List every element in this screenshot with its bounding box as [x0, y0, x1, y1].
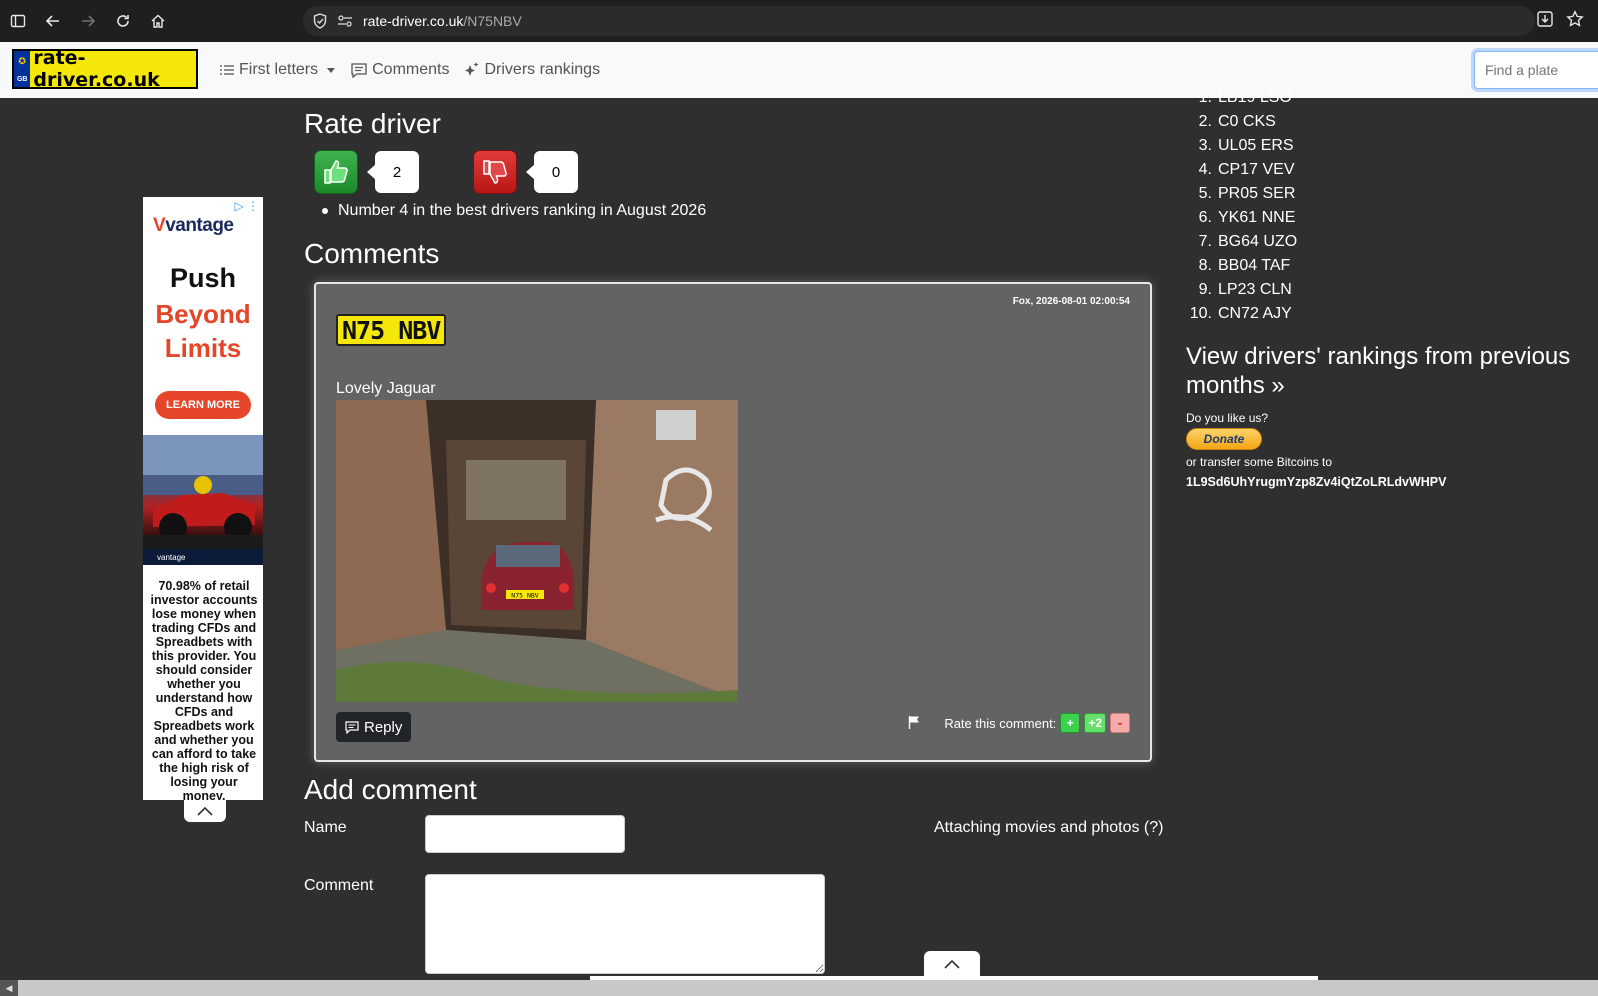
reply-label: Reply: [364, 718, 403, 736]
logo-text: rate-driver.co.uk: [33, 47, 160, 91]
install-app-icon[interactable]: [1536, 10, 1554, 33]
ranking-item[interactable]: 10. CN72 AJY: [1186, 302, 1486, 326]
forward-icon[interactable]: [70, 0, 105, 42]
back-icon[interactable]: [35, 0, 70, 42]
sidebar-toggle-icon[interactable]: [0, 0, 35, 42]
ranking-note-text: Number 4 in the best drivers ranking in …: [338, 202, 707, 219]
comments-heading: Comments: [304, 238, 440, 269]
ranking-item[interactable]: 6. YK61 NNE: [1186, 206, 1486, 230]
add-comment-heading: Add comment: [304, 774, 477, 805]
comment-field[interactable]: [425, 874, 825, 974]
thumbs-up-button[interactable]: [314, 150, 358, 194]
rate-comment-row: Rate this comment: + +2 -: [908, 712, 1130, 734]
comment-photo[interactable]: N75 NBV: [336, 400, 738, 702]
ad-disclaimer: 70.98% of retail investor accounts lose …: [150, 579, 258, 800]
shield-icon[interactable]: [313, 13, 327, 29]
reload-icon[interactable]: [105, 0, 140, 42]
home-icon[interactable]: [140, 0, 175, 42]
ranking-item[interactable]: 9. LP23 CLN: [1186, 278, 1486, 302]
horizontal-scrollbar[interactable]: ◀: [0, 980, 1598, 996]
thumbs-up-icon: [324, 160, 348, 184]
ad-headline-1: Push: [169, 263, 236, 293]
photo-plate-text: N75 NBV: [511, 592, 538, 600]
bitcoin-text: or transfer some Bitcoins to: [1186, 455, 1333, 469]
scroll-left-icon[interactable]: ◀: [0, 980, 18, 996]
chat-icon: [345, 720, 359, 734]
comment-label: Comment: [304, 877, 374, 894]
rate-minus-button[interactable]: -: [1110, 713, 1130, 733]
plate-search-input[interactable]: [1474, 51, 1598, 89]
thumbs-down-icon: [483, 160, 507, 184]
comment-meta: Fox, 2026-08-01 02:00:54: [1012, 296, 1130, 307]
ad-choices-icon[interactable]: ▷ ⋮: [234, 199, 259, 213]
like-us-text: Do you like us?: [1186, 411, 1269, 425]
flag-icon[interactable]: [908, 715, 920, 732]
url-path: /N75NBV: [463, 13, 522, 29]
ranking-item[interactable]: 4. CP17 VEV: [1186, 158, 1486, 182]
comment-card: Fox, 2026-08-01 02:00:54 N75 NBV Lovely …: [314, 282, 1152, 762]
comment-plate[interactable]: N75 NBV: [336, 314, 447, 346]
ad-brand: Vvantage: [153, 215, 234, 236]
ranking-note: Number 4 in the best drivers ranking in …: [322, 202, 706, 220]
ad-photo-brand-strip: vantage: [143, 549, 263, 565]
reply-button[interactable]: Reply: [336, 712, 412, 742]
rate-plus2-button[interactable]: +2: [1084, 713, 1106, 733]
ranking-item[interactable]: 2. C0 CKS: [1186, 110, 1486, 134]
thumbs-down-count: 0: [526, 151, 578, 193]
donate-button[interactable]: Donate: [1186, 428, 1262, 450]
ad-learn-more-button[interactable]: LEARN MORE: [155, 391, 251, 419]
bookmark-star-icon[interactable]: [1566, 9, 1584, 33]
nav-first-letters-label: First letters: [239, 61, 319, 78]
list-icon: [220, 65, 234, 75]
rate-comment-label: Rate this comment:: [944, 715, 1057, 731]
sparkles-icon: [465, 62, 479, 76]
nav-comments-label: Comments: [372, 61, 450, 78]
nav-rankings[interactable]: Drivers rankings: [465, 61, 600, 79]
rate-plus-button[interactable]: +: [1060, 713, 1081, 733]
browser-toolbar: rate-driver.co.uk/N75NBV: [0, 0, 1598, 42]
nav-first-letters[interactable]: First letters: [220, 61, 336, 79]
ranking-item[interactable]: 8. BB04 TAF: [1186, 254, 1486, 278]
ranking-item[interactable]: 5. PR05 SER: [1186, 182, 1486, 206]
nav-rankings-label: Drivers rankings: [484, 61, 601, 78]
thumbs-down-button[interactable]: [473, 150, 517, 194]
ranking-item[interactable]: 1. LB19 LSO: [1186, 86, 1486, 110]
chevron-up-icon: [944, 959, 960, 969]
name-field[interactable]: [425, 815, 625, 853]
site-logo[interactable]: ✪ GB rate-driver.co.uk: [12, 47, 198, 91]
bottom-ad-toggle[interactable]: [924, 951, 980, 976]
chevron-down-icon: [327, 67, 336, 73]
address-bar[interactable]: rate-driver.co.uk/N75NBV: [303, 6, 1535, 36]
name-label: Name: [304, 819, 347, 836]
comment-text: Lovely Jaguar: [336, 380, 436, 397]
url-host: rate-driver.co.uk: [363, 13, 464, 29]
ad-racing-car-image: vantage: [143, 435, 263, 565]
ad-collapse-button[interactable]: [184, 800, 226, 822]
bitcoin-address: 1L9Sd6UhYrugmYzp8Zv4iQtZoLRLdvWHPV: [1186, 475, 1447, 489]
site-settings-icon[interactable]: [337, 14, 353, 28]
rankings-list: 1. LB19 LSO 2. C0 CKS 3. UL05 ERS 4. CP17 VE…: [1186, 86, 1486, 326]
thumbs-up-count: 2: [367, 151, 419, 193]
attach-media-link[interactable]: Attaching movies and photos (?): [934, 819, 1163, 837]
ranking-item[interactable]: 7. BG64 UZO: [1186, 230, 1486, 254]
advertisement[interactable]: ▷ ⋮ Vvantage Push Beyond Limits LEARN MOR…: [143, 197, 263, 800]
eu-flag-icon: ✪ GB: [14, 51, 31, 87]
bullet-icon: [322, 208, 328, 214]
previous-months-link[interactable]: View drivers' rankings from previous mon…: [1186, 342, 1586, 400]
nav-comments[interactable]: Comments: [351, 61, 449, 79]
ad-headline-2: Beyond Limits: [155, 299, 251, 363]
chat-icon: [351, 62, 367, 78]
chevron-up-icon: [197, 806, 213, 816]
rate-driver-heading: Rate driver: [304, 108, 441, 139]
ranking-item[interactable]: 3. UL05 ERS: [1186, 134, 1486, 158]
